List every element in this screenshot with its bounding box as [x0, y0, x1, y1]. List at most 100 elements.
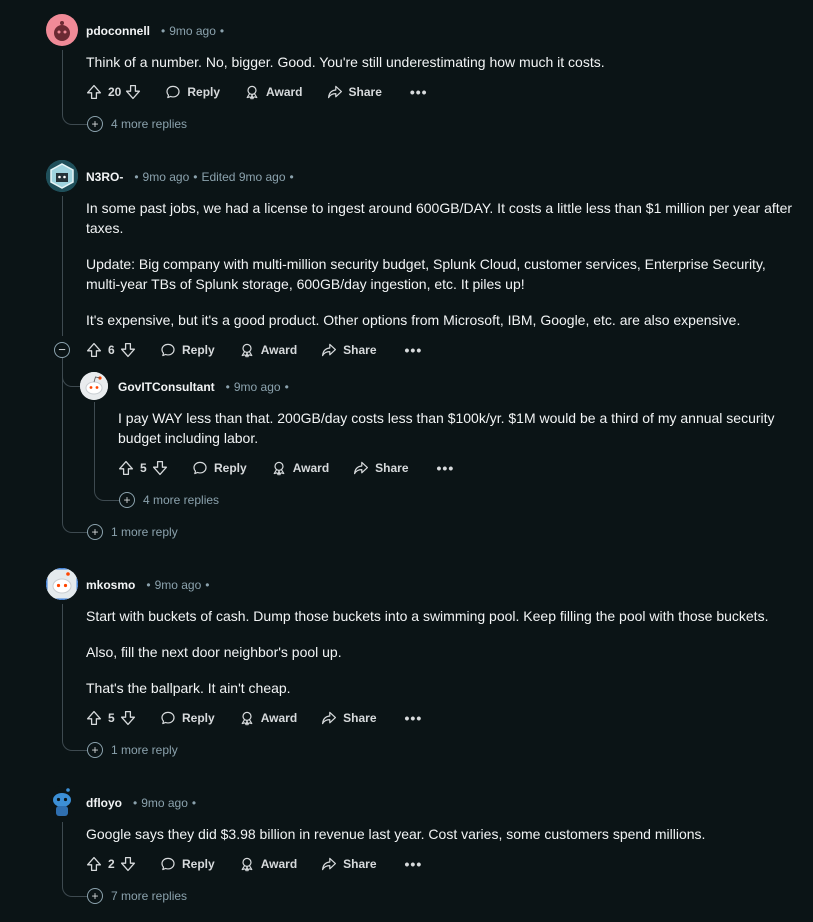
- comment-actions: 20 Reply Award Share •••: [86, 80, 428, 104]
- award-button[interactable]: Award: [239, 856, 297, 872]
- upvote-icon[interactable]: [86, 84, 102, 100]
- comment-meta: N3RO- • 9mo ago • Edited 9mo ago •: [86, 170, 294, 184]
- comment-actions: 6 Reply Award Share •••: [86, 338, 422, 362]
- username[interactable]: pdoconnell: [86, 24, 150, 38]
- comment-actions: 5 Reply Award Share •••: [86, 706, 422, 730]
- thread-line-4: [62, 822, 88, 897]
- vote-count: 20: [108, 85, 122, 99]
- share-icon: [321, 342, 337, 358]
- award-icon: [244, 84, 260, 100]
- username[interactable]: GovITConsultant: [118, 380, 215, 394]
- share-button[interactable]: Share: [353, 460, 409, 476]
- comment-body: Google says they did $3.98 billion in re…: [86, 826, 706, 842]
- comment-body: Start with buckets of cash. Dump those b…: [86, 608, 769, 696]
- avatar-dfloyo[interactable]: [46, 786, 78, 818]
- comment-actions: 2 Reply Award Share •••: [86, 852, 422, 876]
- timestamp: 9mo ago: [154, 578, 202, 592]
- timestamp: 9mo ago: [233, 380, 281, 394]
- expand-icon: +: [87, 116, 103, 132]
- share-button[interactable]: Share: [321, 710, 377, 726]
- avatar-pdoconnell[interactable]: [46, 14, 78, 46]
- award-button[interactable]: Award: [239, 342, 297, 358]
- share-icon: [321, 710, 337, 726]
- award-button[interactable]: Award: [244, 84, 303, 100]
- comment-meta: pdoconnell • 9mo ago •: [86, 24, 225, 38]
- reply-icon: [165, 84, 181, 100]
- upvote-icon[interactable]: [86, 710, 102, 726]
- avatar-icon: [46, 160, 78, 192]
- thread-line-1: [62, 50, 88, 125]
- more-replies-button[interactable]: + 7 more replies: [87, 886, 187, 906]
- reply-button[interactable]: Reply: [165, 84, 220, 100]
- overflow-icon[interactable]: •••: [405, 856, 423, 872]
- downvote-icon[interactable]: [120, 710, 136, 726]
- vote-count: 6: [108, 343, 115, 357]
- vote-count: 5: [108, 711, 115, 725]
- comment-body: Think of a number. No, bigger. Good. You…: [86, 54, 605, 70]
- upvote-icon[interactable]: [86, 342, 102, 358]
- avatar-n3ro[interactable]: [46, 160, 78, 192]
- username[interactable]: mkosmo: [86, 578, 135, 592]
- upvote-icon[interactable]: [86, 856, 102, 872]
- reply-button[interactable]: Reply: [160, 856, 215, 872]
- expand-icon: +: [87, 888, 103, 904]
- more-replies-button[interactable]: + 4 more replies: [87, 114, 187, 134]
- edited-label: Edited 9mo ago: [201, 170, 286, 184]
- username[interactable]: N3RO-: [86, 170, 123, 184]
- share-button[interactable]: Share: [327, 84, 382, 100]
- award-button[interactable]: Award: [239, 710, 297, 726]
- thread-line-2: [62, 196, 63, 336]
- avatar-mkosmo[interactable]: [46, 568, 78, 600]
- comment-meta: mkosmo • 9mo ago •: [86, 578, 210, 592]
- downvote-icon[interactable]: [120, 342, 136, 358]
- username[interactable]: dfloyo: [86, 796, 122, 810]
- avatar-icon: [54, 21, 70, 41]
- overflow-icon[interactable]: •••: [405, 710, 423, 726]
- vote-count: 2: [108, 857, 115, 871]
- downvote-icon[interactable]: [152, 460, 168, 476]
- avatar-icon: [53, 788, 71, 816]
- timestamp: 9mo ago: [169, 24, 216, 38]
- avatar-icon: [46, 568, 78, 600]
- award-icon: [271, 460, 287, 476]
- expand-icon: +: [87, 524, 103, 540]
- more-replies-button[interactable]: + 1 more reply: [87, 740, 178, 760]
- collapse-icon[interactable]: −: [54, 342, 70, 358]
- award-icon: [239, 342, 255, 358]
- expand-icon: +: [119, 492, 135, 508]
- share-icon: [321, 856, 337, 872]
- reply-icon: [192, 460, 208, 476]
- expand-icon: +: [87, 742, 103, 758]
- comment-meta: dfloyo • 9mo ago •: [86, 796, 197, 810]
- downvote-icon[interactable]: [120, 856, 136, 872]
- share-icon: [327, 84, 343, 100]
- more-replies-button[interactable]: + 1 more reply: [87, 522, 178, 542]
- reply-icon: [160, 710, 176, 726]
- thread-line-reply: [94, 402, 120, 501]
- reply-body: I pay WAY less than that. 200GB/day cost…: [118, 410, 775, 446]
- avatar-icon: [80, 372, 108, 400]
- upvote-icon[interactable]: [118, 460, 134, 476]
- reply-icon: [160, 856, 176, 872]
- award-button[interactable]: Award: [271, 460, 329, 476]
- more-replies-button[interactable]: + 4 more replies: [119, 490, 219, 510]
- overflow-icon[interactable]: •••: [405, 342, 423, 358]
- award-icon: [239, 856, 255, 872]
- downvote-icon[interactable]: [125, 84, 141, 100]
- reply-button[interactable]: Reply: [160, 342, 215, 358]
- comment-body: In some past jobs, we had a license to i…: [86, 200, 793, 328]
- timestamp: 9mo ago: [142, 170, 190, 184]
- vote-count: 5: [140, 461, 147, 475]
- reply-actions: 5 Reply Award Share •••: [118, 456, 454, 480]
- reply-button[interactable]: Reply: [192, 460, 247, 476]
- share-button[interactable]: Share: [321, 342, 377, 358]
- timestamp: 9mo ago: [141, 796, 188, 810]
- reply-meta: GovITConsultant • 9mo ago •: [118, 380, 289, 394]
- avatar-govitconsultant[interactable]: [80, 372, 108, 400]
- thread-line-3: [62, 604, 88, 751]
- overflow-icon[interactable]: •••: [437, 460, 455, 476]
- share-button[interactable]: Share: [321, 856, 377, 872]
- overflow-icon[interactable]: •••: [410, 84, 428, 100]
- award-icon: [239, 710, 255, 726]
- reply-button[interactable]: Reply: [160, 710, 215, 726]
